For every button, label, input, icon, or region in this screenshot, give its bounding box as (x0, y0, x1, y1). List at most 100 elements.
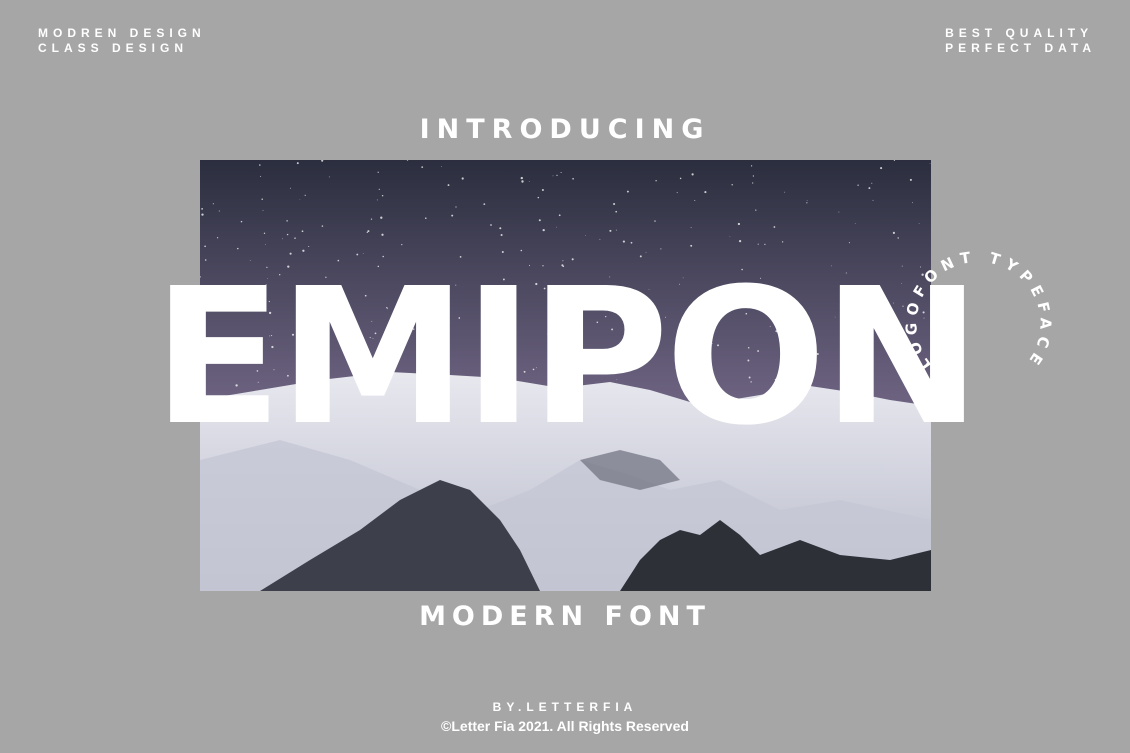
star (370, 218, 373, 220)
svg-text:LOGOFONT TYPEFACE: LOGOFONT TYPEFACE (902, 248, 1055, 374)
star (367, 230, 370, 233)
star (690, 244, 693, 247)
tagline-line: BEST QUALITY (945, 26, 1094, 40)
star (806, 202, 808, 204)
intro-heading: INTRODUCING (419, 114, 711, 145)
arc-badge: LOGOFONT TYPEFACE (902, 248, 1055, 374)
copyright-notice: ©Letter Fia 2021. All Rights Reserved (441, 718, 689, 734)
star (201, 208, 203, 210)
star (654, 220, 656, 222)
tagline-line: CLASS DESIGN (38, 41, 189, 55)
star (521, 180, 524, 183)
star (259, 164, 261, 166)
star (556, 174, 558, 177)
star (929, 163, 931, 164)
arc-text: LOGOFONT TYPEFACE (902, 248, 1049, 374)
star (857, 184, 859, 186)
star (615, 229, 617, 231)
star (376, 199, 378, 201)
star (441, 166, 443, 167)
star (691, 173, 694, 176)
star (282, 238, 283, 240)
star (425, 217, 427, 219)
star (378, 188, 380, 190)
star (854, 223, 856, 224)
star (483, 203, 486, 205)
star (752, 182, 754, 184)
star (764, 243, 766, 246)
star (490, 224, 492, 226)
star (377, 171, 379, 173)
star (655, 180, 657, 182)
star (868, 187, 871, 190)
star (729, 236, 731, 238)
star (737, 222, 741, 226)
star (381, 233, 384, 236)
star (451, 214, 454, 217)
star (500, 233, 503, 237)
star (328, 176, 330, 178)
star (838, 211, 840, 213)
star (615, 210, 618, 213)
star (541, 188, 544, 192)
star (308, 245, 310, 248)
star (380, 216, 383, 219)
star (704, 191, 707, 194)
star (911, 202, 913, 204)
star (304, 194, 306, 196)
star (538, 219, 541, 222)
star (599, 238, 601, 240)
star (781, 241, 784, 243)
star (757, 243, 759, 245)
star (752, 175, 755, 177)
star (806, 200, 808, 201)
star (880, 167, 883, 170)
star (296, 162, 299, 165)
star (556, 226, 557, 228)
star (676, 192, 678, 194)
top-right-tagline: BEST QUALITY PERFECT DATA (945, 26, 1096, 56)
star (262, 210, 264, 211)
star (261, 198, 263, 200)
star (552, 175, 554, 177)
star (401, 244, 403, 246)
star (773, 226, 776, 228)
star (909, 178, 912, 181)
star (260, 175, 262, 177)
star (321, 225, 324, 227)
star (212, 203, 214, 205)
star (528, 181, 530, 182)
star (784, 191, 786, 193)
star (871, 182, 873, 184)
star (520, 176, 523, 180)
star (286, 233, 289, 236)
subtitle: MODERN FONT (419, 601, 711, 632)
star (585, 235, 587, 236)
star (558, 214, 561, 217)
star (609, 229, 612, 232)
star (750, 165, 753, 167)
star (848, 242, 850, 244)
star (381, 194, 384, 197)
tagline-line: MODREN DESIGN (38, 26, 206, 40)
star (447, 184, 450, 187)
star (204, 245, 206, 248)
star (286, 220, 288, 222)
star (264, 244, 266, 245)
star (294, 237, 296, 239)
star (216, 237, 219, 239)
star (679, 177, 682, 180)
star (731, 184, 733, 186)
star (461, 177, 464, 180)
star (694, 200, 696, 201)
star (218, 210, 220, 212)
star (560, 171, 562, 174)
star (537, 196, 540, 199)
star (738, 239, 742, 243)
star (572, 177, 574, 180)
star (289, 187, 291, 189)
byline: BY.LETTERFIA (492, 700, 638, 714)
star (421, 166, 424, 168)
star (301, 230, 304, 233)
star (366, 231, 368, 234)
